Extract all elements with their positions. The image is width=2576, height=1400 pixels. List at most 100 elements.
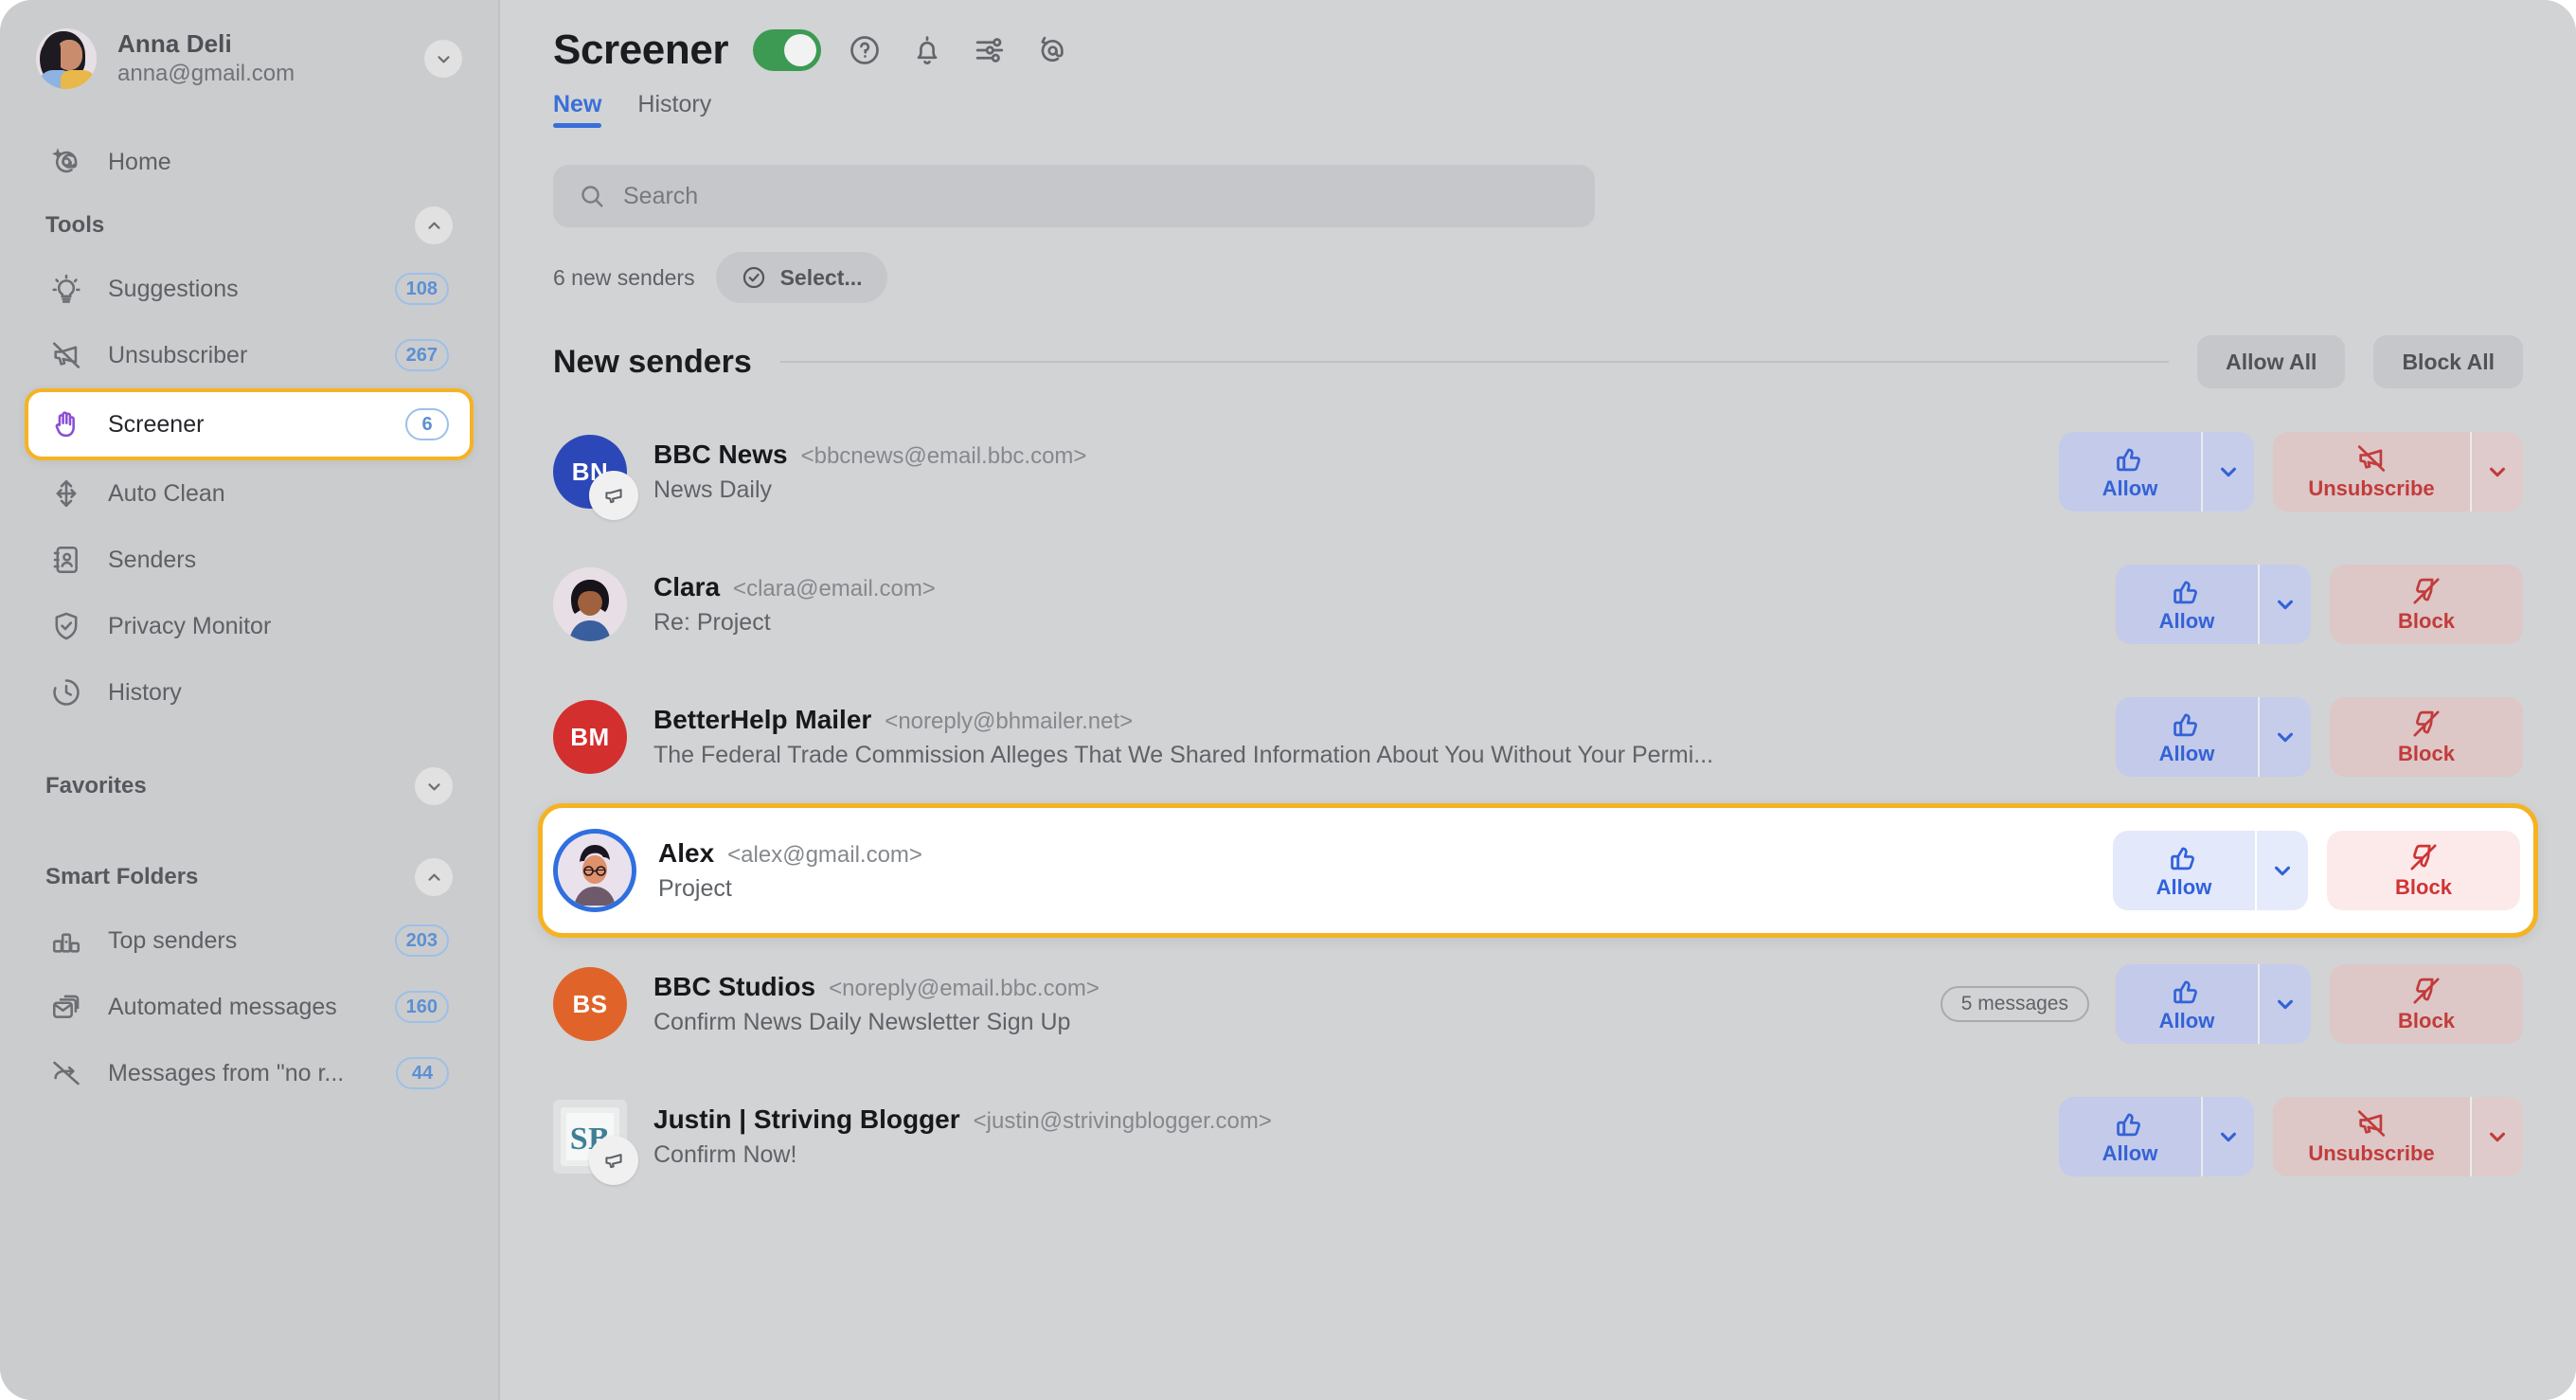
sidebar-item-label: Automated messages [108,993,337,1020]
page-header: Screener [553,0,2576,91]
allow-dropdown-button[interactable] [2260,565,2311,644]
screener-toggle[interactable] [753,29,822,71]
unsubscribe-button[interactable]: Unsubscribe [2273,432,2470,512]
sender-name: Alex [658,838,715,868]
sidebar-item-label: Unsubscriber [108,341,248,368]
avatar-photo [553,567,627,641]
new-senders-header: New senders Allow All Block All [553,318,2576,405]
smart-folders-collapse-button[interactable] [415,858,453,896]
avatar [553,567,627,641]
account-switcher[interactable]: Anna Deli anna@gmail.com [36,0,462,104]
account-chevron-button[interactable] [424,40,462,78]
allow-button-group[interactable]: Allow [2116,565,2311,644]
sidebar-section-tools[interactable]: Tools [32,195,466,256]
sidebar: Anna Deli anna@gmail.com Home Tools Sugg… [0,0,500,1400]
allow-dropdown-button[interactable] [2260,697,2311,777]
allow-button-group[interactable]: Allow [2113,831,2308,910]
allow-button-group[interactable]: Allow [2116,697,2311,777]
sender-email: <bbcnews@email.bbc.com> [800,443,1087,469]
table-row-highlighted[interactable]: Alex <alex@gmail.com> Project Allow Bloc… [538,803,2538,938]
sidebar-item-top-senders[interactable]: Top senders 203 [32,907,466,974]
allow-button[interactable]: Allow [2113,831,2255,910]
table-row[interactable]: Clara <clara@email.com> Re: Project Allo… [553,538,2576,671]
unsubscribe-button[interactable]: Unsubscribe [2273,1097,2470,1176]
allow-button[interactable]: Allow [2116,697,2258,777]
block-button-group[interactable]: Block [2327,831,2520,910]
help-circle-icon[interactable] [846,31,884,69]
messages-count-badge: 5 messages [1940,986,2089,1022]
avatar: SB [553,1100,638,1185]
chevron-down-icon [2278,732,2293,743]
sidebar-item-screener[interactable]: Screener 6 [25,388,474,460]
bar-chart-icon [49,924,83,958]
table-row[interactable]: SB Justin | Striving Blogger <justin@str… [553,1070,2576,1203]
avatar: BM [553,700,627,774]
allow-dropdown-button[interactable] [2257,831,2308,910]
allow-button-group[interactable]: Allow [2116,964,2311,1044]
avatar-initials: BM [553,700,627,774]
table-row[interactable]: BS BBC Studios <noreply@email.bbc.com> C… [553,938,2576,1070]
page-title: Screener [553,27,729,73]
tab-history[interactable]: History [637,91,711,128]
unsubscribe-button-group[interactable]: Unsubscribe [2273,1097,2523,1176]
sidebar-item-privacy-monitor[interactable]: Privacy Monitor [32,593,466,659]
sidebar-section-favorites[interactable]: Favorites [32,756,466,817]
allow-button[interactable]: Allow [2116,565,2258,644]
tools-collapse-button[interactable] [415,206,453,244]
block-button-group[interactable]: Block [2330,697,2523,777]
block-button[interactable]: Block [2327,831,2520,910]
sidebar-item-auto-clean[interactable]: Auto Clean [32,460,466,527]
lightbulb-icon [49,272,83,306]
allow-dropdown-button[interactable] [2203,1097,2254,1176]
block-button-group[interactable]: Block [2330,964,2523,1044]
block-all-button[interactable]: Block All [2373,335,2523,388]
sidebar-section-smart-folders[interactable]: Smart Folders [32,847,466,907]
sliders-icon[interactable] [971,31,1009,69]
allow-dropdown-button[interactable] [2260,964,2311,1044]
sender-name: Justin | Striving Blogger [653,1104,960,1134]
sidebar-item-no-reply[interactable]: Messages from "no r... 44 [32,1040,466,1106]
sidebar-item-suggestions[interactable]: Suggestions 108 [32,256,466,322]
unsubscribe-button-group[interactable]: Unsubscribe [2273,432,2523,512]
sidebar-item-label: Screener [108,410,205,438]
tab-new[interactable]: New [553,91,602,128]
at-refresh-icon[interactable] [1033,31,1071,69]
allow-button-label: Allow [2156,875,2212,899]
sidebar-item-senders[interactable]: Senders [32,527,466,593]
allow-dropdown-button[interactable] [2203,432,2254,512]
block-button-group[interactable]: Block [2330,565,2523,644]
search-input[interactable]: Search [553,165,1595,227]
bell-icon[interactable] [908,31,946,69]
allow-button-group[interactable]: Allow [2059,432,2254,512]
allow-all-button[interactable]: Allow All [2197,335,2346,388]
block-button[interactable]: Block [2330,565,2523,644]
sidebar-item-unsubscriber[interactable]: Unsubscriber 267 [32,322,466,388]
allow-button[interactable]: Allow [2116,964,2258,1044]
unsubscribe-button-label: Unsubscribe [2308,476,2435,500]
thumbs-down-blocked-icon [2410,844,2437,871]
select-button-label: Select... [779,264,863,290]
search-icon [581,186,603,207]
person-illustration-icon [558,834,632,907]
shield-check-icon [49,609,83,643]
select-button[interactable]: Select... [715,252,887,303]
allow-button[interactable]: Allow [2059,432,2201,512]
avatar: BN [553,435,638,520]
thumbs-down-blocked-icon [2413,978,2440,1004]
sidebar-item-automated-messages[interactable]: Automated messages 160 [32,974,466,1040]
sender-email: <clara@email.com> [733,576,936,601]
sender-name: BBC News [653,440,788,469]
sidebar-item-history[interactable]: History [32,659,466,726]
unsubscribe-dropdown-button[interactable] [2472,1097,2523,1176]
table-row[interactable]: BM BetterHelp Mailer <noreply@bhmailer.n… [553,671,2576,803]
section-heading: New senders [553,343,752,380]
section-title: Smart Folders [45,864,199,889]
sidebar-item-home[interactable]: Home [32,129,466,195]
allow-button-group[interactable]: Allow [2059,1097,2254,1176]
block-button[interactable]: Block [2330,964,2523,1044]
unsubscribe-dropdown-button[interactable] [2472,432,2523,512]
favorites-expand-button[interactable] [415,767,453,805]
allow-button[interactable]: Allow [2059,1097,2201,1176]
table-row[interactable]: BN BBC News <bbcnews@email.bbc.com> News… [553,405,2576,538]
block-button[interactable]: Block [2330,697,2523,777]
